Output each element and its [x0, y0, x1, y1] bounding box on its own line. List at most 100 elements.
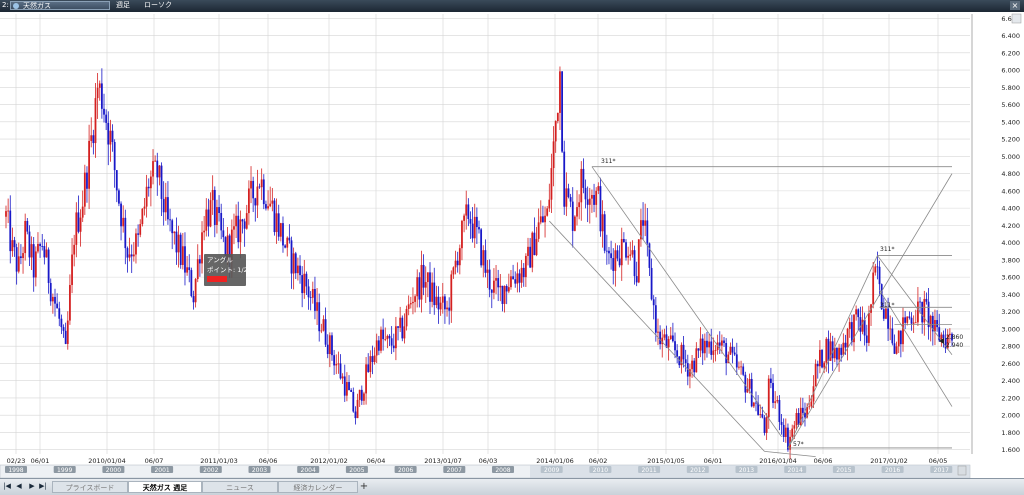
candle-body — [339, 363, 342, 379]
add-tab-button[interactable]: + — [358, 481, 370, 493]
y-tick-label: 6.200 — [1001, 49, 1020, 57]
close-icon[interactable]: × — [1010, 1, 1020, 10]
candle-body — [782, 424, 785, 437]
nav-first-button[interactable]: |◀ — [2, 482, 12, 491]
instrument-selector[interactable]: 天然ガス — [10, 1, 110, 10]
year-label: 2002 — [203, 467, 218, 474]
candle-body — [435, 296, 438, 306]
candle-body — [697, 348, 700, 351]
candle-body — [844, 342, 847, 348]
y-tick-label: 3.000 — [1001, 325, 1020, 333]
candle-body — [190, 270, 193, 297]
candle-body — [147, 186, 150, 189]
candlestick-chart[interactable]: 6.6006.4006.2006.0005.8005.6005.4005.200… — [0, 12, 1024, 478]
candle-body — [177, 234, 180, 253]
candle-body — [422, 264, 425, 288]
tab-price-board[interactable]: プライスボード — [52, 481, 128, 493]
nav-next-button[interactable]: ▶ — [27, 482, 37, 491]
tab-natural-gas-weekly[interactable]: 天然ガス 週足 — [128, 481, 202, 493]
candle-body — [467, 204, 470, 219]
candle-body — [912, 322, 915, 324]
year-label: 1999 — [57, 467, 72, 474]
candle-body — [620, 238, 623, 266]
candle-body — [341, 376, 344, 379]
y-tick-label: 2.800 — [1001, 343, 1020, 351]
candle-body — [94, 98, 97, 144]
candle-body — [516, 273, 519, 284]
candle-body — [659, 331, 662, 345]
candle-body — [461, 220, 463, 249]
candle-body — [693, 360, 696, 373]
candle-body — [524, 255, 527, 278]
candle-body — [333, 355, 336, 366]
candle-body — [823, 362, 826, 368]
candle-body — [454, 260, 457, 268]
candle-body — [209, 200, 212, 227]
candle-body — [780, 421, 783, 425]
candle-body — [848, 322, 851, 329]
candle-body — [456, 260, 459, 266]
last-price-label: 2.860 — [946, 334, 963, 341]
candle-body — [529, 246, 532, 268]
year-label: 2007 — [447, 467, 462, 474]
nav-last-button[interactable]: ▶| — [38, 482, 48, 491]
candle-body — [314, 289, 316, 311]
candle-body — [895, 346, 898, 354]
candle-body — [616, 250, 619, 259]
candle-body — [71, 254, 73, 285]
candle-body — [145, 186, 148, 207]
candle-body — [622, 238, 625, 243]
candle-body — [100, 83, 103, 109]
candle-body — [885, 308, 887, 319]
candle-body — [429, 272, 431, 302]
candle-body — [546, 208, 549, 216]
candle-body — [503, 286, 506, 304]
chart-settings-button — [1011, 13, 1022, 24]
tab-economic-calendar[interactable]: 経済カレンダー — [278, 481, 358, 493]
angle-label: 311* — [880, 302, 894, 309]
candle-body — [865, 335, 868, 343]
candle-body — [367, 364, 370, 372]
candle-body — [482, 250, 485, 266]
candle-body — [816, 363, 819, 367]
candle-body — [701, 338, 704, 354]
candle-body — [667, 339, 670, 348]
candle-body — [599, 186, 602, 232]
candle-body — [354, 411, 357, 419]
candle-body — [403, 326, 406, 339]
candle-body — [755, 402, 757, 404]
candle-body — [463, 215, 465, 221]
nav-prev-button[interactable]: ◀ — [14, 482, 24, 491]
x-date-label: 06/06 — [259, 457, 278, 465]
tab-news[interactable]: ニュース — [202, 481, 278, 493]
year-label: 2013 — [739, 467, 754, 474]
x-date-label: 2016/01/04 — [759, 457, 796, 465]
candle-body — [175, 231, 178, 253]
candle-body — [535, 238, 538, 256]
candle-body — [578, 202, 581, 208]
candle-body — [169, 219, 171, 221]
candle-body — [113, 141, 116, 171]
period-selector[interactable]: 週足 — [116, 0, 130, 11]
candle-body — [62, 327, 65, 331]
candle-body — [627, 255, 630, 258]
year-label: 2015 — [836, 467, 851, 474]
pane-number: 2: — [2, 1, 9, 9]
candle-body — [518, 273, 521, 283]
candle-body — [17, 256, 20, 272]
chart-type-selector[interactable]: ローソク — [144, 0, 172, 11]
candle-body — [863, 319, 866, 336]
candle-body — [305, 273, 308, 287]
y-tick-label: 5.200 — [1001, 136, 1020, 144]
candle-body — [584, 187, 587, 200]
year-label: 2008 — [495, 467, 510, 474]
candle-body — [569, 197, 572, 202]
candle-body — [384, 339, 387, 340]
y-tick-label: 4.800 — [1001, 170, 1020, 178]
candle-body — [891, 328, 894, 344]
candle-body — [256, 186, 259, 206]
candle-body — [671, 335, 674, 342]
candle-body — [407, 304, 410, 309]
candle-body — [597, 186, 600, 191]
y-tick-label: 6.400 — [1001, 32, 1020, 40]
